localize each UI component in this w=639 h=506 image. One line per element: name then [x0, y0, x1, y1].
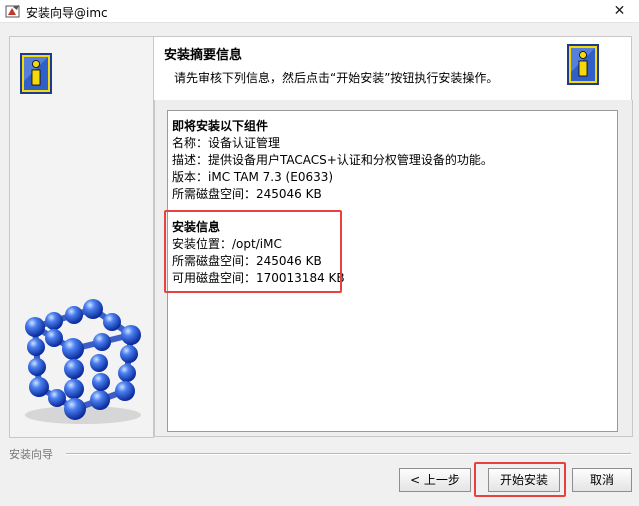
title-bar: 安装向导@imc ✕: [0, 0, 639, 23]
component-disk-required: 所需磁盘空间：245046 KB: [172, 187, 322, 201]
left-panel: [9, 36, 154, 438]
info-icon: [20, 53, 52, 94]
install-button-highlight: [474, 462, 566, 497]
content-panel: 即将安装以下组件 名称：设备认证管理 描述：提供设备用户TACACS+认证和分权…: [154, 100, 633, 437]
summary-textarea[interactable]: 即将安装以下组件 名称：设备认证管理 描述：提供设备用户TACACS+认证和分权…: [164, 110, 618, 432]
molecule-cube-graphic: [25, 299, 141, 424]
window-title: 安装向导@imc: [26, 6, 108, 20]
component-description: 描述：提供设备用户TACACS+认证和分权管理设备的功能。: [172, 153, 493, 167]
component-name: 名称：设备认证管理: [172, 136, 281, 150]
component-version: 版本：iMC TAM 7.3 (E0633): [172, 170, 334, 184]
wizard-label: 安装向导: [9, 448, 53, 461]
info-icon: [567, 44, 599, 85]
footer-divider: [66, 453, 631, 455]
install-info-highlight: [164, 210, 342, 293]
close-button[interactable]: ✕: [600, 0, 639, 22]
header-panel: 安装摘要信息 请先审核下列信息，然后点击“开始安装”按钮执行安装操作。: [154, 36, 632, 100]
page-title: 安装摘要信息: [164, 48, 243, 63]
components-heading: 即将安装以下组件: [172, 119, 269, 133]
cancel-button[interactable]: 取消: [572, 468, 632, 492]
back-button[interactable]: < 上一步: [399, 468, 471, 492]
page-description: 请先审核下列信息，然后点击“开始安装”按钮执行安装操作。: [174, 71, 499, 85]
app-icon: [5, 5, 20, 18]
